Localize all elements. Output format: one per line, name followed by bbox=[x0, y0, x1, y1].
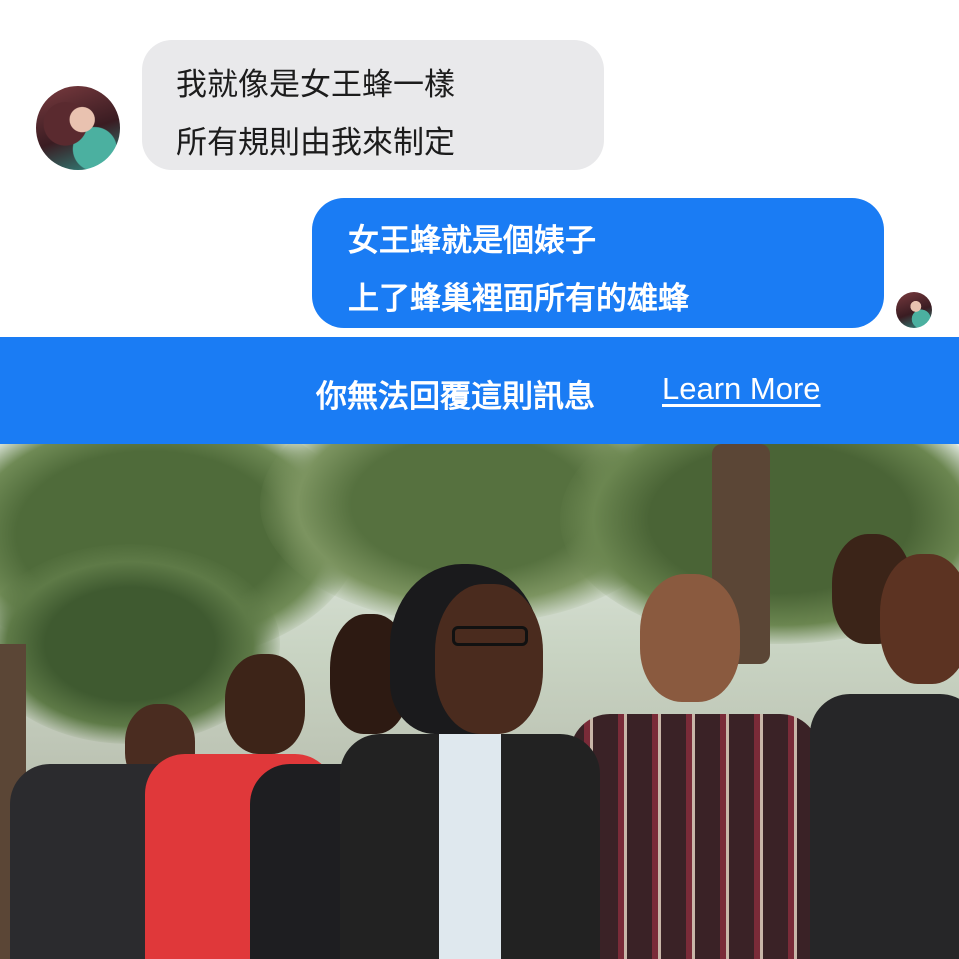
learn-more-link[interactable]: Learn More bbox=[662, 371, 821, 407]
outgoing-message-bubble[interactable]: 女王蜂就是個婊子 上了蜂巢裡面所有的雄蜂 bbox=[312, 198, 884, 328]
person bbox=[810, 504, 959, 959]
incoming-message-line: 我就像是女王蜂一樣 bbox=[176, 67, 455, 103]
outgoing-message-line: 上了蜂巢裡面所有的雄蜂 bbox=[348, 281, 689, 317]
person bbox=[340, 564, 600, 959]
sender-avatar[interactable] bbox=[36, 86, 120, 170]
read-receipt-avatar bbox=[896, 292, 932, 328]
outgoing-message-line: 女王蜂就是個婊子 bbox=[348, 223, 596, 259]
incoming-message-bubble[interactable]: 我就像是女王蜂一樣 所有規則由我來制定 bbox=[142, 40, 604, 170]
chat-thread: 我就像是女王蜂一樣 所有規則由我來制定 女王蜂就是個婊子 上了蜂巢裡面所有的雄蜂 bbox=[0, 0, 959, 337]
incoming-message-line: 所有規則由我來制定 bbox=[176, 125, 455, 161]
cannot-reply-message: 你無法回覆這則訊息 bbox=[316, 379, 595, 415]
cannot-reply-banner: 你無法回覆這則訊息 Learn More bbox=[0, 337, 959, 444]
reaction-photo bbox=[0, 444, 959, 959]
